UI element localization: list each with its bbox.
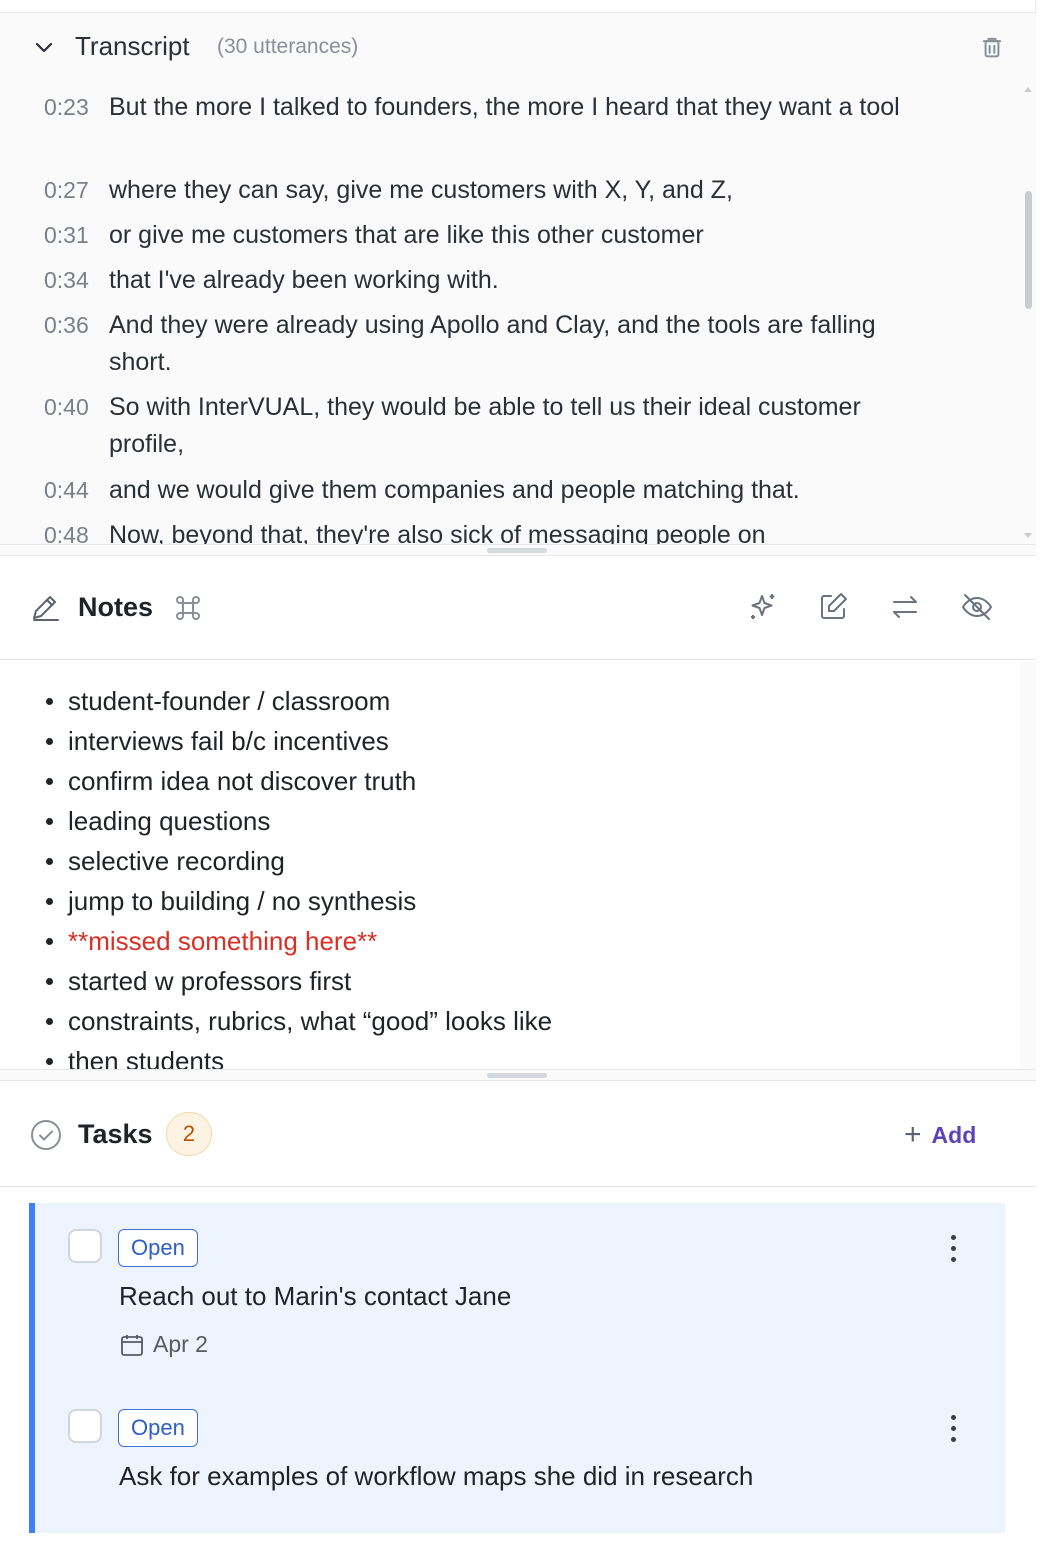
- more-options-icon[interactable]: [943, 1413, 963, 1445]
- tasks-section: Tasks 2 + Add Open Reach out to Marin's …: [0, 1082, 1036, 1565]
- task-checkbox[interactable]: [68, 1229, 102, 1263]
- note-item[interactable]: started w professors first: [45, 961, 552, 1001]
- check-circle-icon: [31, 1120, 61, 1150]
- transcript-title: Transcript: [75, 31, 190, 61]
- utterance-text: And they were already using Apollo and C…: [109, 311, 876, 376]
- task-checkbox[interactable]: [68, 1409, 102, 1443]
- utterance-text: that I've already been working with.: [109, 266, 499, 294]
- sparkle-icon[interactable]: [746, 590, 780, 624]
- tasks-header: Tasks 2 + Add: [0, 1082, 1036, 1187]
- note-item[interactable]: student-founder / classroom: [45, 681, 552, 721]
- note-item[interactable]: constraints, rubrics, what “good” looks …: [45, 1001, 552, 1041]
- utterance-text: or give me customers that are like this …: [109, 221, 704, 249]
- transcript-header[interactable]: Transcript (30 utterances): [0, 13, 1036, 81]
- utterance-count: (30 utterances): [217, 35, 359, 58]
- pencil-icon: [33, 596, 59, 621]
- note-item[interactable]: selective recording: [45, 841, 552, 881]
- swap-icon[interactable]: [888, 590, 922, 624]
- task-status-badge[interactable]: Open: [118, 1229, 198, 1267]
- add-task-label: Add: [931, 1121, 977, 1148]
- utterance-time[interactable]: 0:34: [44, 262, 104, 299]
- tasks-title: Tasks: [78, 1119, 153, 1149]
- meeting-detail-panel: Transcript (30 utterances) 0:23 But the …: [0, 0, 1036, 1565]
- utterance-text: Now, beyond that, they're also sick of m…: [109, 521, 766, 545]
- note-item[interactable]: then students: [45, 1041, 552, 1069]
- more-options-icon[interactable]: [943, 1233, 963, 1265]
- task-title[interactable]: Ask for examples of workflow maps she di…: [119, 1461, 753, 1492]
- scroll-down-arrow-icon[interactable]: [1024, 533, 1032, 538]
- command-icon: [176, 596, 200, 620]
- task-status-badge[interactable]: Open: [118, 1409, 198, 1447]
- chevron-down-icon[interactable]: [32, 35, 56, 59]
- utterance-text: and we would give them companies and peo…: [109, 476, 800, 504]
- utterance-time[interactable]: 0:40: [44, 389, 104, 426]
- notes-list: student-founder / classroom interviews f…: [45, 681, 552, 1069]
- note-item[interactable]: leading questions: [45, 801, 552, 841]
- resize-handle[interactable]: [0, 1069, 1036, 1081]
- utterance-time[interactable]: 0:36: [44, 307, 104, 344]
- task-title[interactable]: Reach out to Marin's contact Jane: [119, 1281, 511, 1312]
- trash-icon[interactable]: [978, 33, 1006, 61]
- utterance-time[interactable]: 0:27: [44, 172, 104, 209]
- edit-icon[interactable]: [816, 590, 850, 624]
- utterance-time[interactable]: 0:48: [44, 517, 104, 545]
- eye-off-icon[interactable]: [960, 590, 994, 624]
- utterance-time[interactable]: 0:31: [44, 217, 104, 254]
- transcript-scrollbar[interactable]: [1020, 81, 1036, 545]
- notes-header: Notes: [0, 556, 1036, 660]
- utterance-text: where they can say, give me customers wi…: [109, 176, 733, 204]
- utterance-time[interactable]: 0:44: [44, 472, 104, 509]
- scroll-up-arrow-icon[interactable]: [1024, 87, 1032, 92]
- transcript-section: Transcript (30 utterances) 0:23 But the …: [0, 12, 1036, 545]
- resize-grip-icon[interactable]: [487, 1073, 547, 1078]
- plus-icon: +: [904, 1118, 922, 1151]
- note-item-highlighted[interactable]: **missed something here**: [45, 921, 552, 961]
- utterance-text: But the more I talked to founders, the m…: [109, 93, 900, 121]
- task-list: Open Reach out to Marin's contact Jane A…: [29, 1203, 1005, 1533]
- scrollbar-thumb[interactable]: [1025, 191, 1032, 309]
- task-due-date[interactable]: Apr 2: [119, 1331, 208, 1358]
- notes-editor[interactable]: student-founder / classroom interviews f…: [0, 661, 1020, 1069]
- utterance-time[interactable]: 0:23: [44, 89, 104, 126]
- notes-title: Notes: [78, 592, 154, 622]
- task-due-label: Apr 2: [153, 1331, 208, 1357]
- note-item[interactable]: jump to building / no synthesis: [45, 881, 552, 921]
- resize-handle[interactable]: [0, 544, 1036, 556]
- note-item[interactable]: confirm idea not discover truth: [45, 761, 552, 801]
- notes-scrollbar[interactable]: [1020, 661, 1036, 1069]
- add-task-button[interactable]: + Add: [904, 1118, 976, 1152]
- notes-section: Notes student-founder / classroom interv…: [0, 556, 1036, 1069]
- note-item[interactable]: interviews fail b/c incentives: [45, 721, 552, 761]
- tasks-count-badge: 2: [166, 1112, 212, 1156]
- transcript-list[interactable]: 0:23 But the more I talked to founders, …: [0, 81, 1020, 545]
- resize-grip-icon[interactable]: [487, 548, 547, 553]
- calendar-icon: [121, 1334, 143, 1356]
- window-gutter: [1037, 0, 1056, 1565]
- utterance-text: So with InterVUAL, they would be able to…: [109, 393, 861, 458]
